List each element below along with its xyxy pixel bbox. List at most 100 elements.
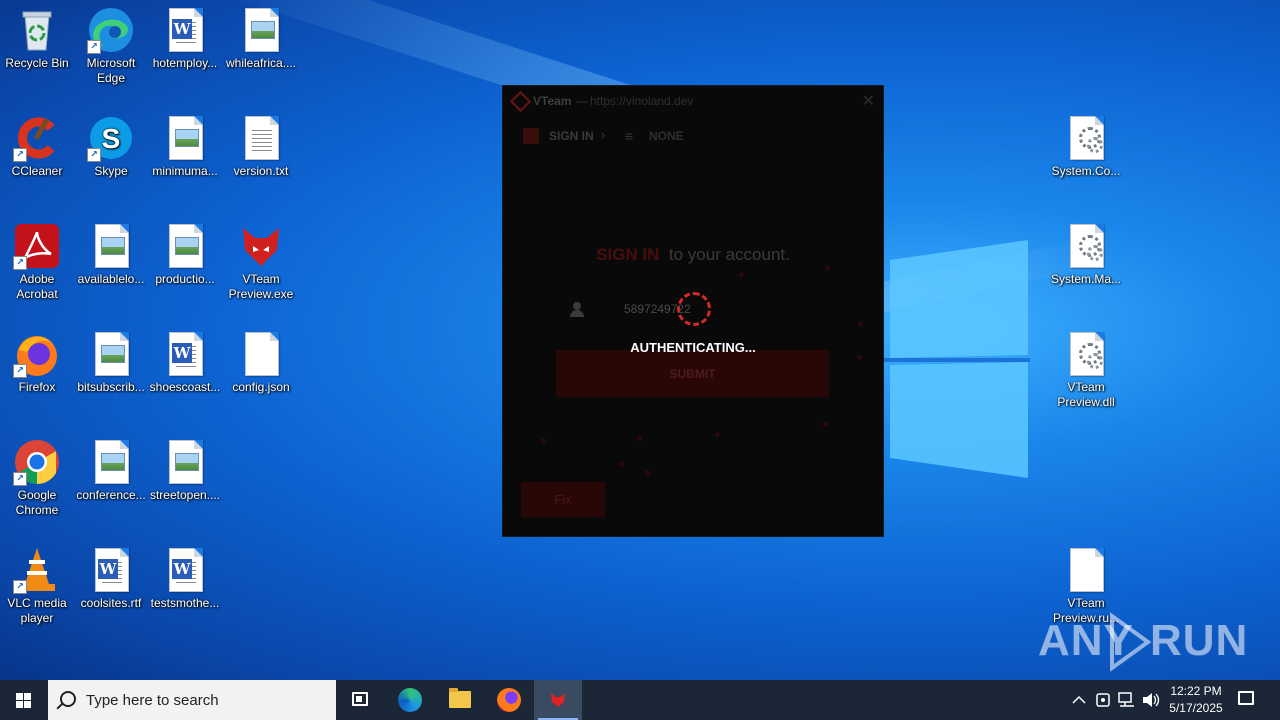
notification-center-icon[interactable] (1238, 691, 1254, 705)
anyrun-watermark: ANY RUN (1038, 612, 1247, 672)
desktop-icon-label: Skype (94, 164, 128, 178)
desktop-icon-label: CCleaner (11, 164, 63, 178)
network-icon (1118, 692, 1134, 707)
desktop-icon-adobe-acrobat[interactable]: ↗ Adobe Acrobat (0, 222, 74, 302)
desktop-icon-label: testsmothe... (150, 596, 220, 610)
desktop-icon-file[interactable]: version.txt (224, 114, 298, 179)
desktop-icon-file[interactable]: W shoescoast... (148, 330, 222, 395)
desktop-icon-file[interactable]: VTeam Preview.dll (1049, 330, 1123, 410)
nav-signin[interactable]: SIGN IN (549, 129, 594, 143)
windows-start-icon (16, 693, 32, 708)
shortcut-arrow-icon: ↗ (13, 580, 27, 594)
desktop-icon-label: VLC media player (7, 596, 67, 625)
desktop-icon-file[interactable]: productio... (148, 222, 222, 287)
firefox-icon: ↗ (13, 330, 61, 378)
desktop-icon-label: minimuma... (152, 164, 218, 178)
taskbar-file-explorer[interactable] (436, 680, 484, 720)
desktop-icon-label: Microsoft Edge (86, 56, 136, 85)
dll-file-icon (1062, 222, 1110, 270)
desktop-icon-label: Recycle Bin (5, 56, 69, 70)
text-file-icon (237, 114, 285, 162)
desktop-icon-microsoft-edge[interactable]: ↗ Microsoft Edge (74, 6, 148, 86)
ccleaner-icon: ↗ (13, 114, 61, 162)
taskbar: 12:22 PM 5/17/2025 (0, 680, 1280, 720)
tray-volume[interactable] (1140, 680, 1162, 720)
signin-heading: SIGN IN to your account. (503, 245, 883, 265)
submit-button[interactable]: SUBMIT (556, 350, 829, 397)
desktop-icon-file[interactable]: conference... (74, 438, 148, 503)
skype-icon: S ↗ (87, 114, 135, 162)
desktop-icon-file[interactable]: availablelo... (74, 222, 148, 287)
desktop-icon-file[interactable]: System.Co... (1049, 114, 1123, 179)
svg-text:S: S (102, 123, 121, 154)
desktop-icon-file[interactable]: W hotemploy... (148, 6, 222, 71)
shortcut-arrow-icon: ↗ (13, 148, 27, 162)
desktop-icon-label: System.Ma... (1050, 272, 1121, 286)
heading-signin: SIGN IN (596, 245, 660, 264)
tray-network[interactable] (1116, 680, 1138, 720)
desktop-icon-file[interactable]: config.json (224, 330, 298, 395)
volume-icon (1143, 693, 1160, 707)
nav-none[interactable]: NONE (649, 129, 684, 143)
particle (645, 470, 650, 475)
dll-file-icon (1062, 330, 1110, 378)
desktop-icon-label: Firefox (18, 380, 56, 394)
shortcut-arrow-icon: ↗ (13, 256, 27, 270)
task-view-button[interactable] (336, 680, 384, 720)
particle (857, 355, 862, 360)
desktop-icon-vlc[interactable]: ↗ VLC media player (0, 546, 74, 626)
desktop-icon-google-chrome[interactable]: ↗ Google Chrome (0, 438, 74, 518)
particle (637, 436, 642, 441)
start-button[interactable] (0, 680, 48, 720)
desktop-icon-label: Adobe Acrobat (16, 272, 58, 301)
clock-date: 5/17/2025 (1169, 701, 1223, 715)
loading-spinner-icon (677, 292, 711, 326)
blank-file-icon (1062, 546, 1110, 594)
desktop-icon-file[interactable]: streetopen.... (148, 438, 222, 503)
list-icon: ≡ (625, 128, 634, 144)
vteam-nav: SIGN IN › ≡ NONE (503, 124, 883, 150)
app-url: https://vinoland.dev (590, 94, 694, 108)
particle (739, 272, 744, 277)
desktop-icon-file[interactable]: System.Ma... (1049, 222, 1123, 287)
title-separator: — (576, 94, 588, 108)
adobe-acrobat-icon: ↗ (13, 222, 61, 270)
user-icon (570, 302, 584, 317)
chevron-up-icon (1072, 695, 1086, 704)
desktop-icon-label: VTeam Preview.exe (228, 272, 294, 301)
fix-button[interactable]: Fix (521, 482, 605, 517)
desktop-icon-label: productio... (155, 272, 215, 286)
desktop-icon-ccleaner[interactable]: ↗ CCleaner (0, 114, 74, 179)
app-name: VTeam (533, 94, 572, 108)
taskbar-search[interactable] (48, 680, 336, 720)
taskbar-edge[interactable] (386, 680, 434, 720)
particle (715, 432, 720, 437)
search-input[interactable] (86, 689, 326, 711)
menu-icon[interactable] (523, 128, 539, 144)
desktop-icon-file[interactable]: W coolsites.rtf (74, 546, 148, 611)
taskbar-firefox[interactable] (485, 680, 533, 720)
chevron-right-icon: › (601, 127, 606, 142)
desktop-icon-label: shoescoast... (149, 380, 221, 394)
particle (823, 422, 828, 427)
taskbar-clock[interactable]: 12:22 PM 5/17/2025 (1160, 683, 1232, 717)
image-file-icon (161, 222, 209, 270)
vlc-icon: ↗ (13, 546, 61, 594)
desktop-icon-label: bitsubscrib... (77, 380, 145, 394)
close-icon[interactable]: ✕ (862, 91, 875, 111)
desktop-icon-label: coolsites.rtf (80, 596, 142, 610)
vteam-titlebar[interactable]: VTeam — https://vinoland.dev ✕ (503, 86, 883, 116)
tray-overflow[interactable] (1068, 680, 1090, 720)
taskbar-vteam[interactable] (534, 680, 582, 720)
image-file-icon (161, 114, 209, 162)
desktop-icon-firefox[interactable]: ↗ Firefox (0, 330, 74, 395)
desktop-icon-recycle-bin[interactable]: Recycle Bin (0, 6, 74, 71)
desktop-icon-file[interactable]: bitsubscrib... (74, 330, 148, 395)
tray-security[interactable] (1092, 680, 1114, 720)
desktop-icon-file[interactable]: W testsmothe... (148, 546, 222, 611)
authenticating-text: AUTHENTICATING... (630, 340, 756, 355)
desktop-icon-file[interactable]: minimuma... (148, 114, 222, 179)
desktop-icon-file[interactable]: whileafrica.... (224, 6, 298, 71)
desktop-icon-vteam-preview[interactable]: VTeam Preview.exe (224, 222, 298, 302)
desktop-icon-skype[interactable]: S ↗ Skype (74, 114, 148, 179)
